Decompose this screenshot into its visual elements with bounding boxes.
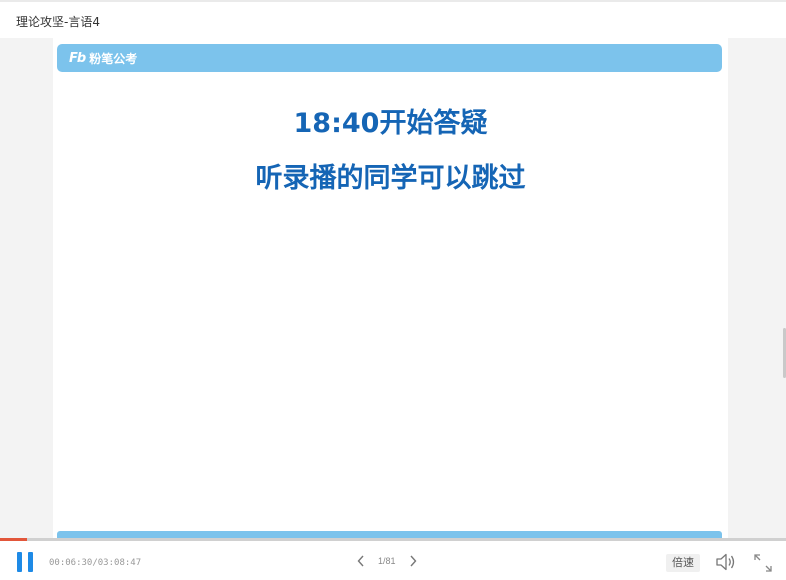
page-indicator: 1/81 (378, 556, 396, 566)
speaker-icon (716, 553, 735, 571)
title-bar: 理论攻坚-言语4 (0, 0, 786, 38)
chevron-left-icon (357, 555, 364, 567)
prev-page-button[interactable] (353, 553, 369, 569)
video-stage[interactable]: Fb 粉笔公考 18:40开始答疑 听录播的同学可以跳过 (0, 38, 786, 538)
slide: Fb 粉笔公考 18:40开始答疑 听录播的同学可以跳过 (53, 38, 728, 538)
chevron-right-icon (410, 555, 416, 567)
brand-logo: Fb 粉笔公考 (69, 50, 137, 67)
pause-icon (17, 552, 22, 572)
playback-speed-button[interactable]: 倍速 (666, 554, 700, 572)
window-title: 理论攻坚-言语4 (16, 15, 100, 29)
pause-button[interactable] (16, 552, 36, 572)
pause-icon-bar (28, 552, 33, 572)
brand-mark: Fb (69, 51, 86, 66)
slide-header-bar: Fb 粉笔公考 (57, 44, 722, 72)
time-display: 00:06:30/03:08:47 (49, 558, 142, 568)
fullscreen-button[interactable] (752, 552, 774, 574)
player-controls: 00:06:30/03:08:47 1/81 倍速 (0, 541, 786, 580)
slide-headline-time: 18:40开始答疑 (293, 108, 488, 139)
slide-pager: 1/81 (353, 553, 421, 569)
expand-icon (754, 554, 772, 572)
volume-button[interactable] (715, 552, 737, 572)
slide-footer-bar (57, 531, 722, 538)
slide-headline-note: 听录播的同学可以跳过 (255, 163, 526, 194)
brand-name: 粉笔公考 (89, 52, 138, 66)
next-page-button[interactable] (405, 553, 421, 569)
